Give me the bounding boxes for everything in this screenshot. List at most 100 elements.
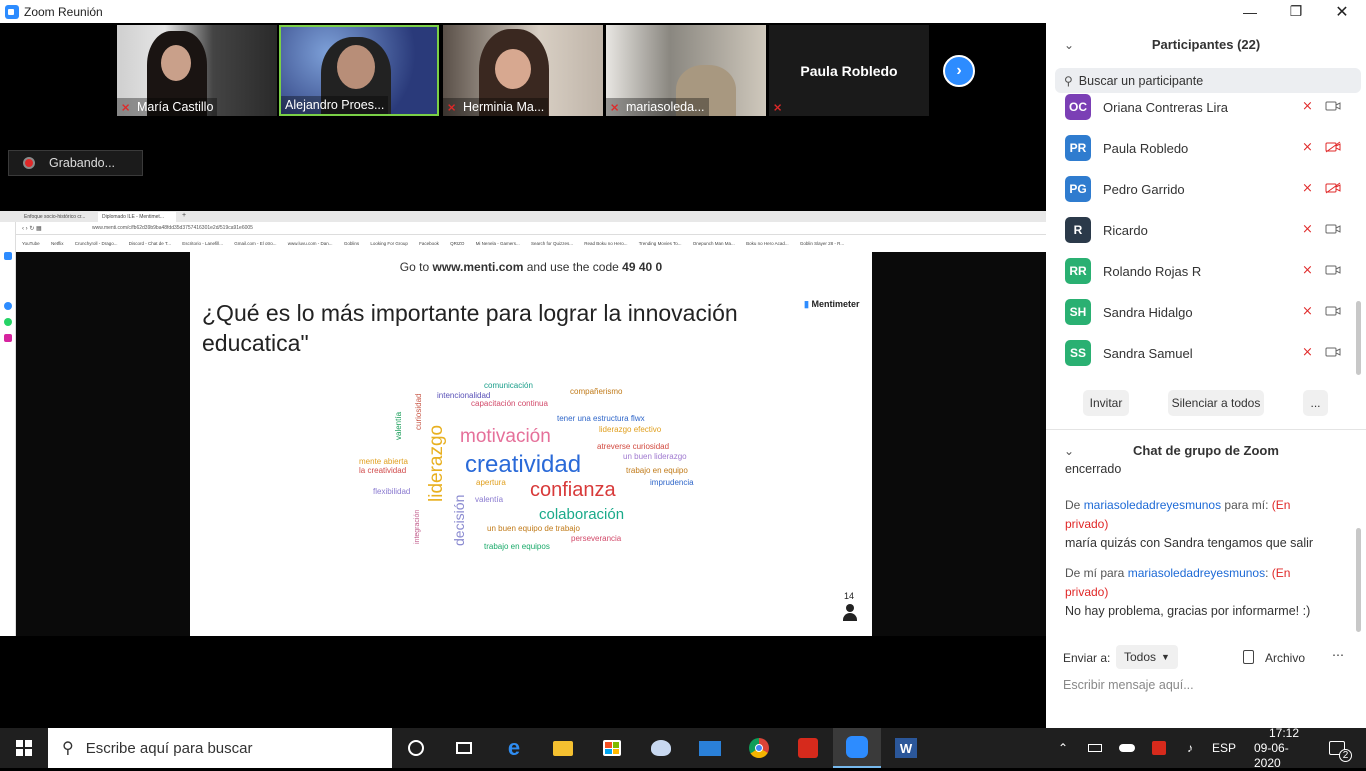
- mic-muted-icon[interactable]: ⨯: [1302, 344, 1313, 360]
- mic-muted-icon[interactable]: ⨯: [1302, 262, 1313, 278]
- chevron-down-icon[interactable]: ⌄: [1064, 438, 1074, 464]
- word-icon[interactable]: W: [882, 728, 930, 768]
- video-tile[interactable]: ⨯ María Castillo: [117, 25, 277, 116]
- bookmark[interactable]: Netflix: [51, 241, 64, 246]
- bookmark[interactable]: Escritorio - Lanefill...: [182, 241, 223, 246]
- participant-name: Rolando Rojas R: [1103, 264, 1202, 279]
- bookmark[interactable]: www.luvu.com - Dan...: [288, 241, 333, 246]
- more-options-button[interactable]: ...: [1303, 390, 1328, 416]
- file-explorer-icon[interactable]: [539, 728, 587, 768]
- bookmark[interactable]: Goblins: [344, 241, 359, 246]
- participant-row[interactable]: R Ricardo ⨯: [1046, 210, 1366, 251]
- bookmark[interactable]: Crunchyroll - Drago...: [75, 241, 118, 246]
- word-cloud-word: creatividad: [465, 451, 582, 478]
- clock[interactable]: 17:12 09-06-2020: [1254, 726, 1314, 770]
- camera-icon[interactable]: [1325, 99, 1341, 111]
- bookmark[interactable]: Facebook: [419, 241, 439, 246]
- mic-muted-icon[interactable]: ⨯: [1302, 98, 1313, 114]
- participant-row[interactable]: SH Sandra Hidalgo ⨯: [1046, 292, 1366, 333]
- onedrive-icon[interactable]: [1116, 728, 1138, 768]
- video-tile[interactable]: ⨯ Herminia Ma...: [443, 25, 603, 116]
- camera-icon[interactable]: [1325, 345, 1341, 357]
- acrobat-icon[interactable]: [784, 728, 832, 768]
- maximize-button[interactable]: ❐: [1273, 0, 1319, 23]
- bookmark[interactable]: Mi Nenela - Gamers...: [476, 241, 520, 246]
- sidebar-app-icon[interactable]: [4, 252, 12, 260]
- bookmark[interactable]: Gmail.com - El otro...: [234, 241, 276, 246]
- camera-off-icon[interactable]: [1325, 140, 1341, 153]
- bookmark[interactable]: Boku no Hero Acad...: [746, 241, 789, 246]
- participant-row[interactable]: PG Pedro Garrido ⨯: [1046, 169, 1366, 210]
- recipient-dropdown[interactable]: Todos ▼: [1116, 645, 1178, 669]
- participant-list-scrollbar[interactable]: [1356, 301, 1361, 375]
- chat-scrollbar[interactable]: [1356, 528, 1361, 632]
- task-view-icon[interactable]: [440, 728, 488, 768]
- participant-row[interactable]: SS Sandra Samuel ⨯: [1046, 333, 1366, 374]
- video-tile[interactable]: ⨯ mariasoleda...: [606, 25, 766, 116]
- bookmark[interactable]: Goblin Slayer 28 - R...: [800, 241, 844, 246]
- video-tile-camera-off[interactable]: Paula Robledo ⨯: [769, 25, 929, 116]
- word-cloud-word: imprudencia: [650, 478, 694, 487]
- zoom-taskbar-icon[interactable]: [833, 728, 881, 768]
- camera-icon[interactable]: [1325, 263, 1341, 275]
- mute-all-button[interactable]: Silenciar a todos: [1168, 390, 1264, 416]
- chat-more-button[interactable]: ⋯: [1326, 645, 1350, 669]
- mic-muted-icon[interactable]: ⨯: [1302, 180, 1313, 196]
- chevron-down-icon[interactable]: ⌄: [1064, 32, 1074, 58]
- camera-icon[interactable]: [1325, 222, 1341, 234]
- word-cloud-word: tener una estructura flwx: [557, 414, 645, 423]
- store-icon[interactable]: [588, 728, 636, 768]
- mic-muted-icon[interactable]: ⨯: [1302, 303, 1313, 319]
- invite-button[interactable]: Invitar: [1083, 390, 1129, 416]
- video-tile-active-speaker[interactable]: Alejandro Proes...: [279, 25, 439, 116]
- recording-indicator[interactable]: Grabando...: [8, 150, 143, 176]
- recording-label: Grabando...: [49, 156, 116, 170]
- clock-date: 09-06-2020: [1254, 740, 1289, 770]
- chat-message-input[interactable]: Escribir mensaje aquí...: [1063, 678, 1194, 692]
- browser-tab-bar: Enfoque socio-histórico cr... Diplomado …: [0, 211, 1046, 222]
- bookmark[interactable]: Trending Movies To...: [639, 241, 682, 246]
- participant-row[interactable]: RR Rolando Rojas R ⨯: [1046, 251, 1366, 292]
- mic-muted-icon[interactable]: ⨯: [1302, 221, 1313, 237]
- bookmark[interactable]: YouTube: [22, 241, 40, 246]
- notifications-icon[interactable]: 2: [1322, 728, 1352, 768]
- cortana-icon[interactable]: [392, 728, 440, 768]
- chevron-up-icon[interactable]: ⌃: [1052, 728, 1074, 768]
- minimize-button[interactable]: —: [1227, 0, 1273, 23]
- sidebar-app-icon[interactable]: [4, 334, 12, 342]
- camera-icon[interactable]: [1325, 304, 1341, 316]
- close-button[interactable]: ✕: [1319, 0, 1365, 23]
- volume-icon[interactable]: ♪: [1179, 728, 1201, 768]
- new-tab-icon[interactable]: +: [182, 212, 186, 219]
- mic-muted-icon[interactable]: ⨯: [1302, 139, 1313, 155]
- browser-tab[interactable]: Enfoque socio-histórico cr...: [24, 214, 90, 220]
- chrome-icon[interactable]: [735, 728, 783, 768]
- start-button[interactable]: [0, 728, 48, 768]
- paint-icon[interactable]: [637, 728, 685, 768]
- participant-row[interactable]: PR Paula Robledo ⨯: [1046, 128, 1366, 169]
- edge-browser-icon[interactable]: e: [490, 728, 538, 768]
- address-url[interactable]: www.menti.com/c/fb62d39b9ba48fdd35d37574…: [92, 225, 253, 231]
- bookmark[interactable]: Looking For Group: [370, 241, 408, 246]
- word-cloud-word: un buen liderazgo: [623, 452, 687, 461]
- sidebar-app-icon[interactable]: [4, 318, 12, 326]
- side-panel: ⌄ Participantes (22) ⚲ Buscar un partici…: [1046, 23, 1366, 728]
- participant-row[interactable]: OC Oriana Contreras Lira ⨯: [1046, 87, 1366, 128]
- bookmark[interactable]: Discord - Chat de T...: [129, 241, 171, 246]
- file-icon[interactable]: [1243, 650, 1254, 664]
- mail-icon[interactable]: [686, 728, 734, 768]
- app-tray-icon[interactable]: [1148, 728, 1170, 768]
- file-button[interactable]: Archivo: [1265, 651, 1305, 665]
- browser-tab-active[interactable]: Diplomado ILE - Mentimet...: [98, 212, 176, 222]
- bookmark[interactable]: Read Boku no Hero...: [584, 241, 627, 246]
- bookmark[interactable]: Search for Quizzes...: [531, 241, 573, 246]
- bookmark[interactable]: Onepunch Man Ma...: [693, 241, 735, 246]
- bookmark[interactable]: QRIZO: [450, 241, 464, 246]
- taskbar-search-box[interactable]: ⚲ Escribe aquí para buscar: [48, 728, 392, 768]
- sidebar-app-icon[interactable]: [4, 302, 12, 310]
- battery-icon[interactable]: [1084, 728, 1106, 768]
- next-page-button[interactable]: ›: [943, 55, 975, 87]
- browser-nav-icons[interactable]: ‹ › ↻ ▦: [22, 225, 42, 232]
- camera-off-icon[interactable]: [1325, 181, 1341, 194]
- language-indicator[interactable]: ESP: [1208, 728, 1240, 768]
